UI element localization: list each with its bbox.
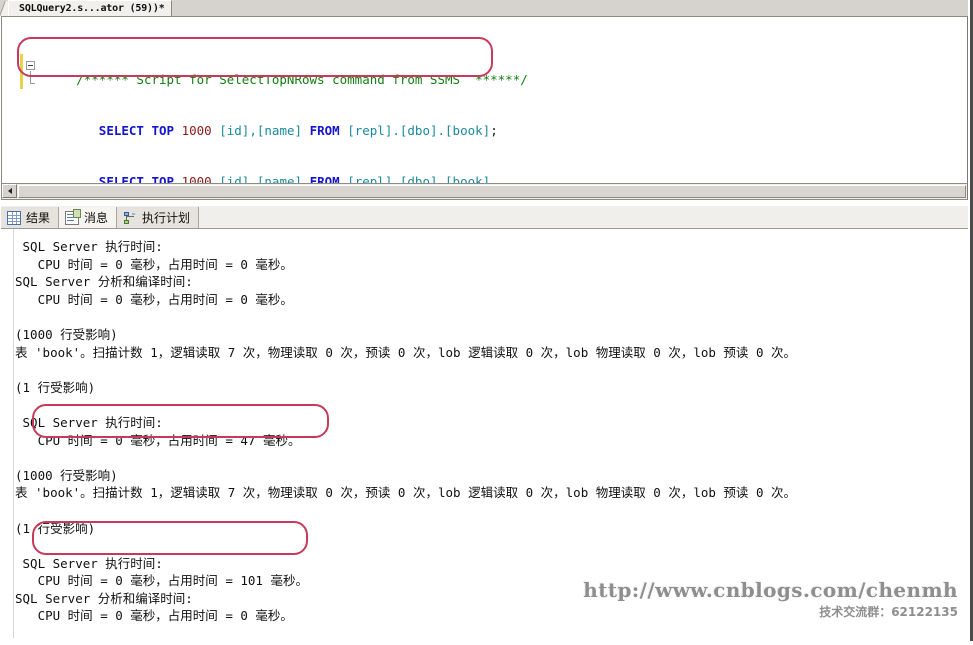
message-line: (1000 行受影响) (15, 326, 118, 342)
code-indent-1 (76, 123, 99, 138)
sql-comment-text: /****** Script for SelectTopNRows comman… (76, 72, 528, 87)
code-space-b2 (174, 174, 182, 183)
tab-execution-plan[interactable]: 执行计划 (117, 207, 200, 228)
messages-pane[interactable]: SQL Server 执行时间: CPU 时间 = 0 毫秒，占用时间 = 0 … (1, 228, 968, 638)
sql-keyword-select-2: SELECT (98, 174, 144, 184)
message-line: SQL Server 执行时间: (15, 239, 163, 254)
sql-keyword-from-2: FROM (309, 174, 340, 184)
scrollbar-thumb[interactable] (18, 185, 966, 198)
unsaved-change-bar (20, 54, 23, 89)
message-line: (1 行受影响) (15, 379, 96, 395)
message-line: CPU 时间 = 0 毫秒，占用时间 = 0 毫秒。 (15, 291, 293, 307)
sql-terminator-1: ; (490, 123, 498, 138)
sql-table-2: [repl].[dbo].[book] (347, 174, 491, 184)
message-line: (1000 行受影响) (15, 467, 118, 483)
fold-bracket-icon (30, 71, 35, 84)
sql-keyword-top-2: TOP (151, 174, 175, 184)
sql-keyword-select-1: SELECT (98, 123, 144, 138)
window-bottom-edge (0, 641, 973, 645)
message-line: 表 'book'。扫描计数 1，逻辑读取 7 次，物理读取 0 次，预读 0 次… (15, 485, 797, 501)
tab-messages[interactable]: 消息 (59, 207, 118, 228)
tab-results-label: 结果 (26, 211, 51, 225)
sql-editor-pane[interactable]: /****** Script for SelectTopNRows comman… (1, 16, 968, 184)
editor-gutter (2, 17, 16, 183)
message-line: SQL Server 分析和编译时间: (15, 274, 193, 290)
tab-results[interactable]: 结果 (1, 207, 60, 228)
message-icon (65, 208, 82, 225)
tab-execution-plan-label: 执行计划 (142, 211, 191, 225)
code-line-comment: /****** Script for SelectTopNRows comman… (16, 54, 967, 87)
message-line: SQL Server 执行时间: (15, 555, 163, 571)
message-line: (1 行受影响) (15, 520, 96, 536)
sql-number-2: 1000 (181, 174, 212, 184)
editor-horizontal-scrollbar[interactable] (1, 184, 968, 200)
collapse-region-icon[interactable] (26, 61, 35, 70)
left-arrow-glyph (7, 188, 12, 194)
code-line-statement-1: SELECT TOP 1000 [id],[name] FROM [repl].… (16, 105, 967, 138)
sql-columns-2: [id],[name] (219, 174, 303, 184)
execution-plan-icon (123, 211, 137, 225)
message-line: SQL Server 执行时间: (15, 414, 163, 430)
code-space-d2 (302, 174, 310, 183)
sql-keyword-from-1: FROM (309, 123, 340, 138)
code-space-d1 (302, 123, 310, 138)
document-tab-label: SQLQuery2.s...ator (59))* (19, 3, 165, 14)
grid-icon (7, 210, 21, 225)
sql-keyword-top-1: TOP (151, 123, 175, 138)
message-line: CPU 时间 = 0 毫秒，占用时间 = 0 毫秒。 (15, 608, 293, 624)
message-line: 表 'book'。扫描计数 1，逻辑读取 7 次，物理读取 0 次，预读 0 次… (15, 344, 797, 360)
message-line: CPU 时间 = 0 毫秒，占用时间 = 0 毫秒。 (15, 256, 293, 272)
ssms-window: SQLQuery2.s...ator (59))* /****** Script… (0, 0, 973, 645)
results-tab-bar: 结果 消息 执行计划 (1, 206, 968, 228)
message-line: SQL Server 分析和编译时间: (15, 590, 193, 606)
code-space-b1 (174, 123, 182, 138)
sql-code-area[interactable]: /****** Script for SelectTopNRows comman… (16, 20, 967, 183)
sql-table-1: [repl].[dbo].[book] (347, 123, 491, 138)
tab-messages-label: 消息 (84, 211, 109, 225)
document-tab-strip: SQLQuery2.s...ator (59))* (0, 0, 968, 16)
scroll-left-arrow-icon[interactable] (2, 184, 17, 198)
plan-connector-line (126, 215, 135, 221)
message-line: CPU 时间 = 0 毫秒，占用时间 = 101 毫秒。 (15, 573, 308, 589)
messages-text-body: SQL Server 执行时间: CPU 时间 = 0 毫秒，占用时间 = 0 … (15, 238, 968, 638)
sql-columns-1: [id],[name] (219, 123, 303, 138)
message-line: CPU 时间 = 0 毫秒，占用时间 = 47 毫秒。 (15, 432, 301, 448)
messages-gutter (1, 229, 14, 638)
sql-number-1: 1000 (181, 123, 212, 138)
code-line-statement-2: SELECT TOP 1000 [id],[name] FROM [repl].… (16, 156, 967, 183)
code-indent-2 (76, 174, 99, 183)
document-tab-sqlquery2[interactable]: SQLQuery2.s...ator (59))* (8, 0, 172, 16)
